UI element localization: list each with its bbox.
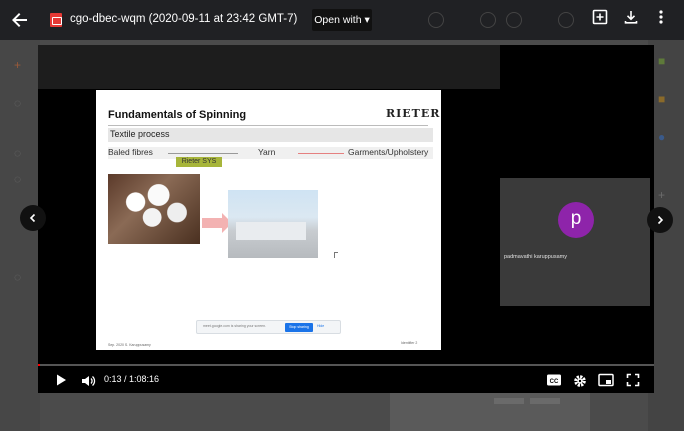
tasks-ghost-icon: ● [658, 130, 666, 144]
thumb-cell [494, 398, 524, 404]
participant-tile: p padmavathi karuppusamy [500, 178, 650, 306]
video-file-icon [50, 13, 62, 27]
participant-name: padmavathi karuppusamy [504, 254, 567, 260]
seek-progress [38, 364, 40, 366]
drive-video-preview: + ◌ ◌ ◌ ◌ ■ ■ ● + cgo-dbec-wqm (2020-09-… [0, 0, 684, 431]
arrow-right-icon [202, 213, 232, 233]
time-display: 0:13 / 1:08:16 [104, 374, 160, 384]
apps-ghost-icon [558, 12, 574, 28]
viewer-toolbar: cgo-dbec-wqm (2020-09-11 at 23:42 GMT-7)… [0, 0, 684, 40]
play-icon[interactable] [53, 373, 69, 389]
settings-ghost-icon [506, 12, 522, 28]
slide-page-number: Identifier 2 [401, 341, 418, 345]
factory-image [228, 190, 318, 258]
thumb-cell [530, 398, 560, 404]
rieter-logo: RIETER [386, 107, 441, 120]
download-icon[interactable] [620, 9, 642, 31]
new-icon: + [14, 58, 22, 72]
flow-arrow [298, 153, 344, 154]
people-ghost-icon: ◌ [14, 146, 22, 160]
flow-source: Baled fibres [108, 147, 153, 157]
sidebar-ghost-icon: ◌ [14, 96, 22, 110]
ghost-toolbar-icon [428, 12, 444, 28]
add-to-drive-icon[interactable] [589, 9, 611, 31]
chevron-right-icon[interactable] [647, 207, 673, 233]
hide-link: Hide [317, 324, 325, 328]
mouse-cursor-icon [334, 252, 338, 258]
captions-icon[interactable]: CC [545, 373, 563, 389]
shared-slide: Fundamentals of Spinning RIETER Textile … [96, 90, 441, 350]
cotton-image [108, 174, 200, 244]
seek-bar[interactable] [38, 364, 654, 366]
open-with-button[interactable]: Open with ▾ [312, 9, 372, 31]
rieter-sys-badge: Rieter SYS [176, 157, 222, 167]
help-ghost-icon [480, 12, 496, 28]
gear-icon[interactable] [572, 373, 588, 389]
calendar-ghost-icon: ■ [658, 54, 666, 68]
process-header: Textile process [108, 128, 433, 142]
title-divider [108, 125, 428, 126]
flow-target: Garments/Upholstery [348, 147, 429, 157]
slide-title: Fundamentals of Spinning [108, 109, 247, 121]
add-ghost-icon: + [658, 188, 666, 202]
arrow-left-icon[interactable] [8, 8, 32, 32]
video-player[interactable]: Fundamentals of Spinning RIETER Textile … [38, 45, 654, 393]
cloud-ghost-icon: ◌ [14, 270, 22, 284]
process-label: Textile process [110, 129, 170, 139]
more-vert-icon[interactable] [650, 9, 672, 31]
share-message: meet.google.com is sharing your screen. [203, 324, 267, 328]
flow-middle: Yarn [258, 147, 276, 157]
stop-sharing-button: Stop sharing [285, 323, 313, 332]
fullscreen-icon[interactable] [625, 373, 641, 389]
file-title: cgo-dbec-wqm (2020-09-11 at 23:42 GMT-7) [70, 13, 298, 25]
background-sidebar: + ◌ ◌ ◌ ◌ [0, 40, 40, 431]
screen-share-bar: meet.google.com is sharing your screen. … [196, 320, 341, 334]
keep-ghost-icon: ■ [658, 92, 666, 106]
process-flow: Baled fibres Yarn Garments/Upholstery [108, 147, 433, 159]
background-document-thumb [390, 392, 590, 431]
recent-ghost-icon: ◌ [14, 172, 22, 186]
svg-text:CC: CC [550, 379, 559, 385]
volume-icon[interactable] [80, 373, 96, 389]
miniplayer-icon[interactable] [598, 373, 614, 389]
chevron-left-icon[interactable] [20, 205, 46, 231]
avatar: p [558, 202, 594, 238]
flow-arrow [168, 153, 238, 154]
slide-footer: Sep. 2020 S. Karuppusamy [108, 343, 151, 347]
video-top-band [38, 45, 500, 89]
